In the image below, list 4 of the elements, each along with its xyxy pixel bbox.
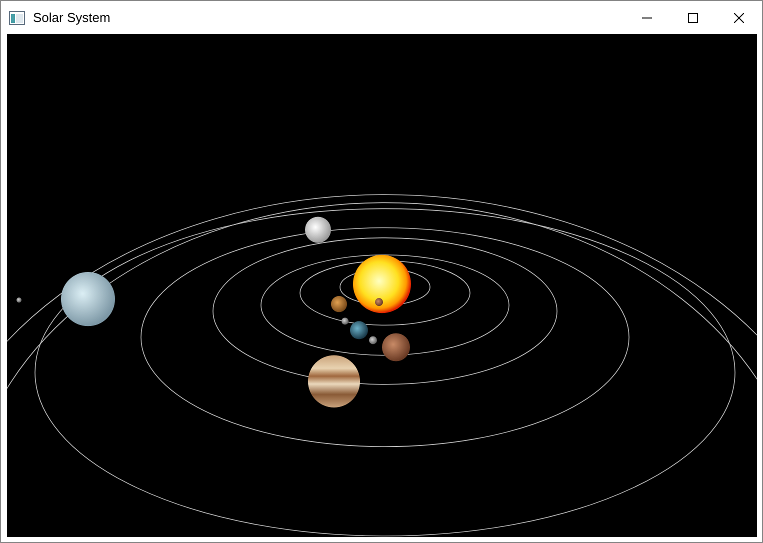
close-icon <box>734 12 744 22</box>
maximize-icon <box>688 12 698 22</box>
window-title: Solar System <box>33 10 112 25</box>
app-icon <box>9 10 25 24</box>
